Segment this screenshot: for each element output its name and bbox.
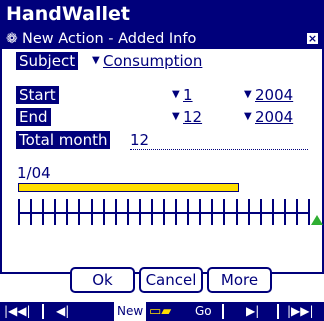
ruler-tick [284,199,286,225]
ruler-tick [211,199,213,225]
divider [222,304,224,319]
gift-icon[interactable]: ▭▰ [149,302,171,321]
ruler-tick [175,199,177,225]
first-record-button[interactable]: |◀◀| [4,302,31,321]
cancel-button[interactable]: Cancel [139,267,203,293]
ruler-tick [54,199,56,225]
divider [277,304,279,319]
ruler-tick [66,199,68,225]
ruler-tick [308,199,310,225]
go-button[interactable]: Go [195,302,212,321]
ruler-tick [236,199,238,225]
next-record-button[interactable]: ▶| [246,302,259,321]
ruler-tick [139,199,141,225]
ruler-tick [260,199,262,225]
triangle-icon [311,215,323,225]
new-button[interactable]: New [114,302,147,321]
ruler-tick [103,199,105,225]
ruler-tick [248,199,250,225]
ruler-tick [30,199,32,225]
last-record-button[interactable]: |▶▶| [287,302,314,321]
ok-button[interactable]: Ok [70,267,135,293]
ruler-tick [163,199,165,225]
more-button[interactable]: More [207,267,272,293]
ruler-tick [91,199,93,225]
divider [42,304,44,319]
ruler-tick [296,199,298,225]
ruler-tick [187,199,189,225]
command-bar: |◀◀| ◀| New ▭▰ Go ▶| |▶▶| [0,302,324,321]
ruler-tick [18,199,20,225]
ruler-tick [78,199,80,225]
ruler-tick [42,199,44,225]
ruler-tick [272,199,274,225]
ruler-tick [127,199,129,225]
ruler-tick [115,199,117,225]
previous-record-button[interactable]: ◀| [56,302,69,321]
ruler-tick [151,199,153,225]
ruler-tick [199,199,201,225]
ruler-tick [223,199,225,225]
